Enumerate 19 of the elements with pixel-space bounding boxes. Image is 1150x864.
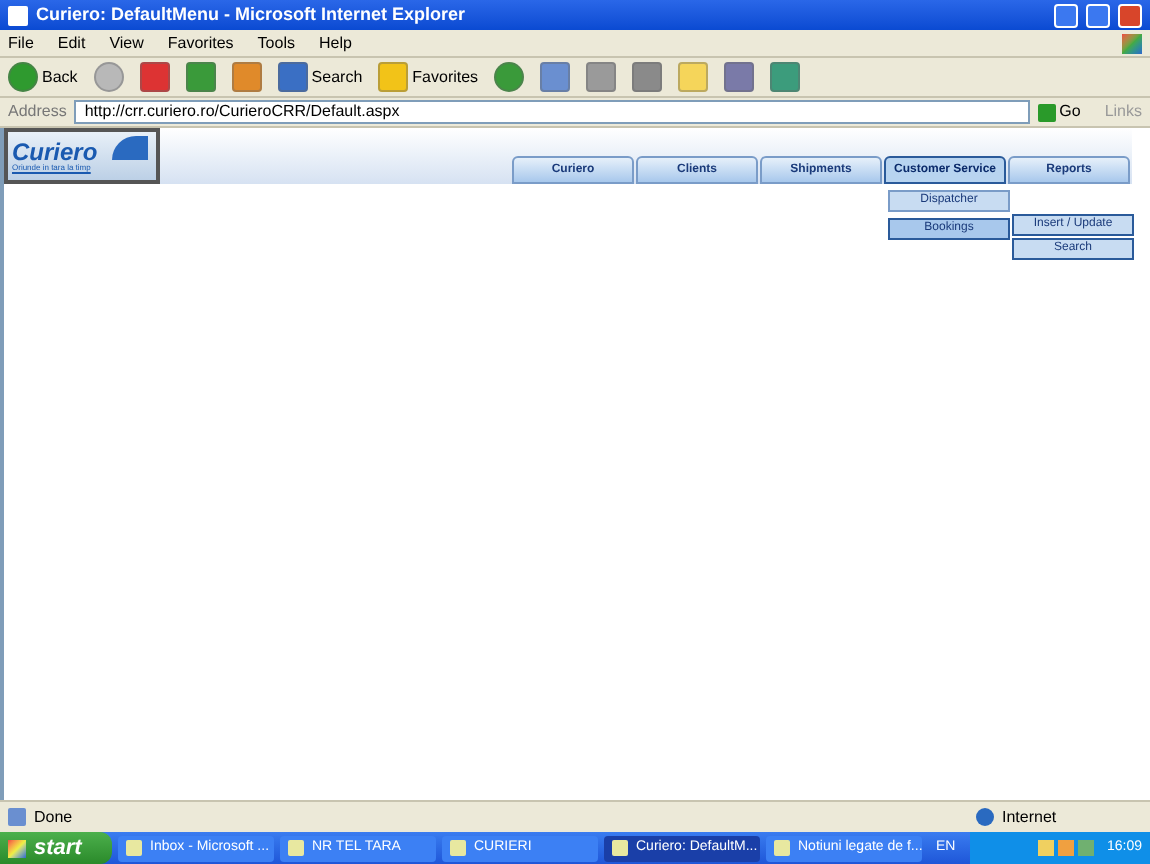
go-button[interactable]: Go [1037, 100, 1081, 124]
menu-item[interactable]: Favorites [167, 31, 234, 55]
menu-item[interactable]: Help [318, 31, 352, 55]
search-button[interactable]: Search [277, 62, 363, 92]
minimize-button[interactable] [1054, 3, 1078, 27]
menu-item[interactable]: Edit [57, 31, 86, 55]
menu-item[interactable]: View [109, 31, 144, 55]
zone-text: Internet [1002, 805, 1059, 829]
status-text: Done [34, 805, 75, 829]
logo-wordmark: Curiero [12, 140, 98, 164]
maximize-button[interactable] [1086, 3, 1110, 27]
address-field[interactable]: http://crr.curiero.ro/CurieroCRR/Default.aspx [74, 100, 1030, 124]
menu-item[interactable]: Tools [257, 31, 295, 55]
menu-item[interactable]: File [8, 31, 34, 55]
favorites-button[interactable]: Favorites [378, 62, 479, 92]
address-label: Address [8, 100, 67, 124]
back-button[interactable]: Back [8, 62, 78, 92]
window-title: Curiero: DefaultMenu - Microsoft Internet Explorer [36, 1, 468, 28]
close-button[interactable] [1118, 3, 1142, 27]
